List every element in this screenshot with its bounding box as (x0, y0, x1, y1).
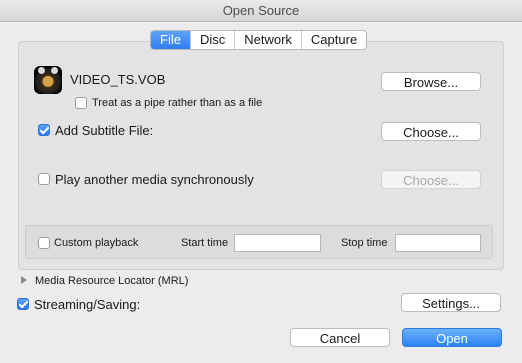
start-time-label: Start time (181, 237, 229, 249)
window-title: Open Source (222, 3, 300, 18)
streaming-label: Streaming/Saving: (34, 297, 141, 312)
streaming-checkbox[interactable] (17, 298, 29, 310)
open-button[interactable]: Open (402, 328, 502, 347)
pipe-label: Treat as a pipe rather than as a file (92, 97, 263, 109)
tab-capture[interactable]: Capture (300, 31, 366, 49)
window-title-bar: Open Source (0, 0, 522, 22)
sync-media-checkbox[interactable] (38, 173, 50, 185)
disclosure-triangle-icon[interactable] (21, 276, 27, 284)
subtitle-label: Add Subtitle File: (55, 123, 154, 138)
sync-media-label: Play another media synchronously (55, 172, 254, 187)
custom-playback-checkbox[interactable] (38, 237, 50, 249)
cancel-button[interactable]: Cancel (290, 328, 390, 347)
tab-file[interactable]: File (151, 31, 190, 49)
tab-disc[interactable]: Disc (189, 31, 234, 49)
sync-choose-button[interactable]: Choose... (381, 170, 481, 189)
vlc-media-file-icon (34, 66, 62, 94)
subtitle-choose-button[interactable]: Choose... (381, 122, 481, 141)
stop-time-field[interactable] (395, 234, 481, 252)
start-time-field[interactable] (234, 234, 321, 252)
settings-button[interactable]: Settings... (401, 293, 501, 312)
tab-network[interactable]: Network (234, 31, 301, 49)
source-tabs: File Disc Network Capture (150, 30, 368, 50)
browse-button[interactable]: Browse... (381, 72, 481, 91)
pipe-checkbox[interactable] (75, 97, 87, 109)
custom-playback-label: Custom playback (54, 237, 139, 249)
mrl-label[interactable]: Media Resource Locator (MRL) (35, 275, 188, 287)
stop-time-label: Stop time (341, 237, 388, 249)
subtitle-checkbox[interactable] (38, 124, 50, 136)
file-name: VIDEO_TS.VOB (70, 72, 166, 87)
